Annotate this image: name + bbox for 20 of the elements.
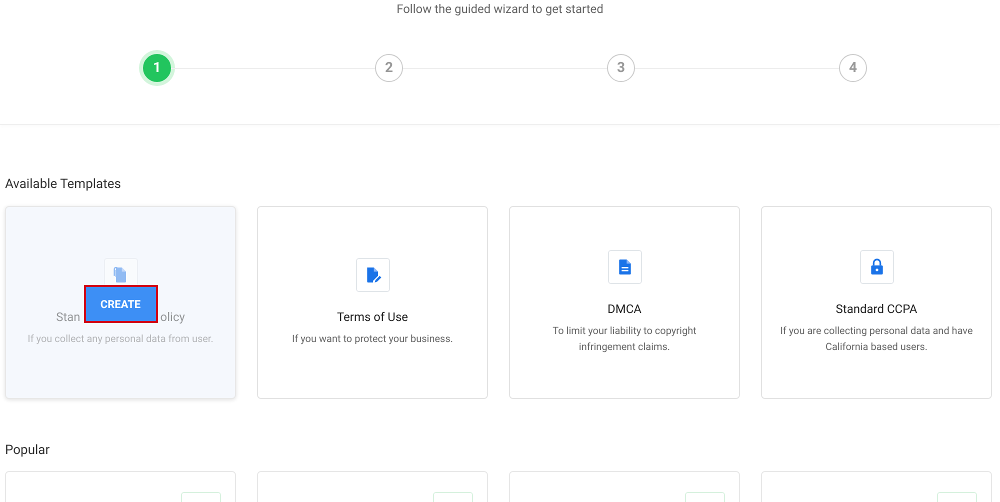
step-indicator[interactable]: 4 — [839, 54, 867, 82]
section-heading: Popular — [5, 443, 51, 458]
card-description: If you are collecting personal data and have California based users. — [779, 324, 974, 354]
step-indicator[interactable]: 2 — [375, 54, 403, 82]
template-card[interactable]: Standard CCPA If you are collecting personal data and have California based users. — [761, 206, 992, 399]
card-title: Stan — [56, 310, 80, 324]
create-button[interactable]: CREATE — [84, 285, 158, 323]
template-card[interactable]: CREATE Stan olicy If you collect any personal data from user. — [5, 206, 236, 399]
card-title: Terms of Use — [336, 310, 408, 324]
card-title: Standard CCPA — [836, 302, 918, 316]
card-description: If you collect any personal data from user. — [28, 332, 214, 346]
step-indicator[interactable]: 3 — [607, 54, 635, 82]
card-title: olicy — [160, 310, 185, 324]
section-heading: Available Templates — [5, 177, 122, 192]
subtitle: Follow the guided wizard to get started — [396, 2, 604, 16]
card-description: To limit your liability to copyright infringement claims. — [552, 324, 698, 354]
template-card[interactable]: Terms of Use If you want to protect your business. — [257, 206, 488, 399]
card-description: If you want to protect your business. — [292, 332, 454, 346]
card-title: DMCA — [608, 302, 642, 316]
template-card[interactable]: DMCA To limit your liability to copyright infringement claims. — [509, 206, 740, 399]
